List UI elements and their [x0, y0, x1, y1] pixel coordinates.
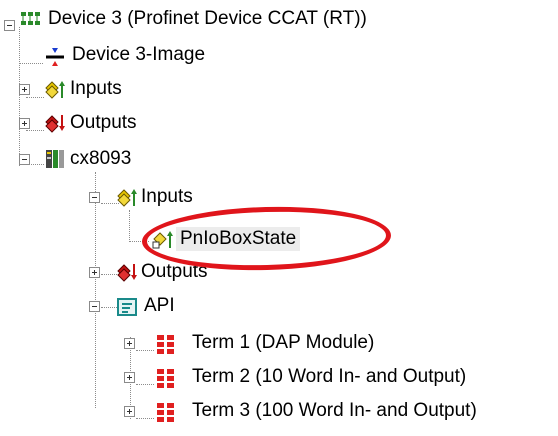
expand-toggle[interactable]	[19, 118, 30, 129]
profinet-device-icon	[21, 12, 40, 25]
collapse-toggle[interactable]	[89, 192, 100, 203]
tree-item-label: Term 1 (DAP Module)	[192, 332, 375, 353]
tree-item-api[interactable]: API	[0, 291, 558, 323]
expand-toggle[interactable]	[124, 406, 135, 417]
expand-toggle[interactable]	[19, 84, 30, 95]
api-icon	[117, 298, 137, 316]
tree-item-label: Inputs	[141, 186, 193, 207]
terminal-icon	[157, 403, 174, 422]
tree-item-cx8093[interactable]: cx8093	[0, 144, 558, 176]
collapse-toggle[interactable]	[19, 154, 30, 165]
inputs-icon	[117, 189, 137, 207]
outputs-icon	[117, 264, 137, 282]
collapse-toggle[interactable]	[4, 20, 15, 31]
tree-item-label: API	[144, 295, 175, 316]
tree-item-label: Device 3-Image	[72, 44, 206, 65]
tree-item-label: cx8093	[70, 148, 132, 169]
tree-item-outputs[interactable]: Outputs	[0, 108, 558, 140]
tree-item-label: Term 2 (10 Word In- and Output)	[192, 366, 467, 387]
tree-item-label: Outputs	[70, 112, 137, 133]
tree-item-label: Term 3 (100 Word In- and Output)	[192, 400, 477, 421]
tree-item-term-2[interactable]: Term 2 (10 Word In- and Output)	[0, 362, 558, 394]
tree-item-label: Inputs	[70, 78, 122, 99]
outputs-icon	[45, 115, 65, 133]
tree-item-label: Device 3 (Profinet Device CCAT (RT))	[48, 8, 367, 29]
tree-item-term-3[interactable]: Term 3 (100 Word In- and Output)	[0, 396, 558, 428]
collapse-toggle[interactable]	[89, 301, 100, 312]
expand-toggle[interactable]	[89, 267, 100, 278]
tree-item-inputs[interactable]: Inputs	[0, 74, 558, 106]
module-box-icon	[46, 150, 64, 168]
expand-toggle[interactable]	[124, 338, 135, 349]
terminal-icon	[157, 369, 174, 388]
tree-item-term-1[interactable]: Term 1 (DAP Module)	[0, 328, 558, 360]
expand-toggle[interactable]	[124, 372, 135, 383]
tree-item-device-3[interactable]: Device 3 (Profinet Device CCAT (RT))	[0, 4, 558, 36]
tree-item-device-3-image[interactable]: Device 3-Image	[0, 40, 558, 72]
process-image-icon	[46, 48, 64, 66]
terminal-icon	[157, 335, 174, 354]
inputs-icon	[45, 81, 65, 99]
